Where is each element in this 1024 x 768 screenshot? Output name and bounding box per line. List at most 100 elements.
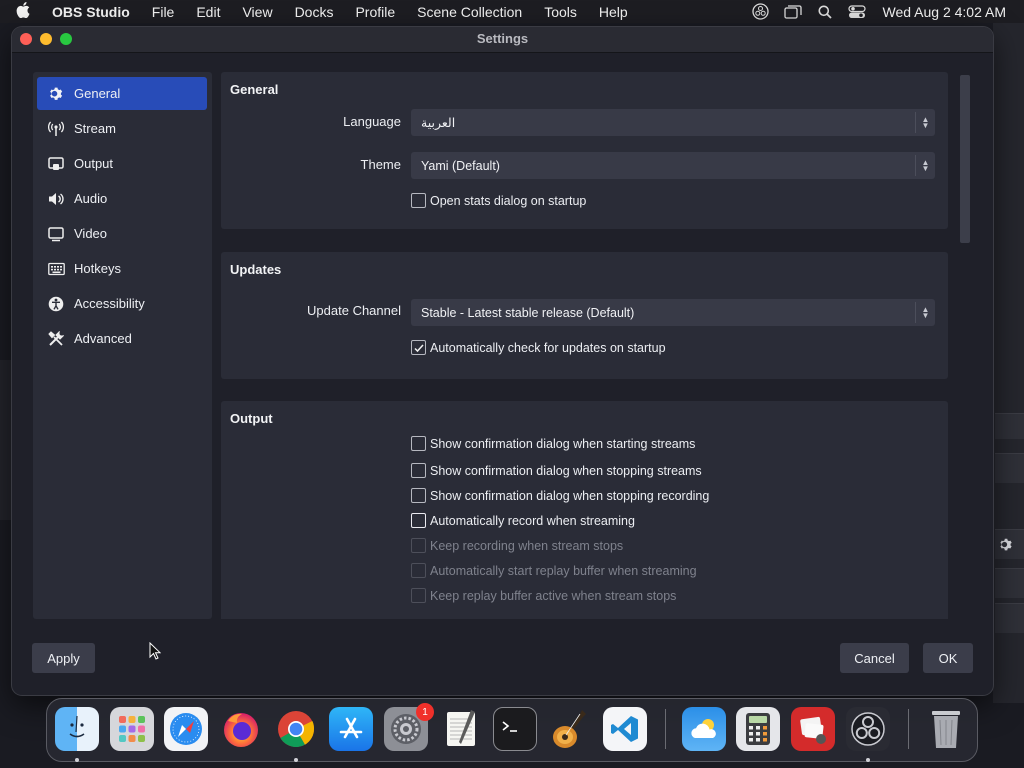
window-switcher-icon[interactable] <box>781 4 805 20</box>
checkbox-label: Open stats dialog on startup <box>430 193 587 208</box>
apply-button[interactable]: Apply <box>32 643 95 673</box>
checkmark-icon <box>413 343 424 352</box>
apple-menu-icon[interactable] <box>0 1 46 22</box>
window-minimize-button[interactable] <box>40 33 52 45</box>
firefox-icon[interactable] <box>219 707 263 751</box>
updown-chevron-icon: ▲ ▼ <box>915 112 935 133</box>
system-settings-icon[interactable]: 1 <box>384 703 434 751</box>
content-scrollbar[interactable] <box>960 75 970 243</box>
menu-bar-clock[interactable]: Wed Aug 2 4:02 AM <box>883 4 1007 20</box>
sidebar-item-audio[interactable]: Audio <box>37 182 207 215</box>
sidebar-item-hotkeys[interactable]: Hotkeys <box>37 252 207 285</box>
theme-select[interactable]: Yami (Default) ▲ ▼ <box>411 152 935 179</box>
calculator-icon[interactable] <box>736 707 780 751</box>
keyboard-icon <box>47 260 65 278</box>
checkbox-label: Show confirmation dialog when starting s… <box>430 436 696 451</box>
window-zoom-button[interactable] <box>60 33 72 45</box>
accessibility-icon <box>47 295 65 313</box>
menu-scene-collection[interactable]: Scene Collection <box>407 4 534 20</box>
section-title-general: General <box>230 82 279 97</box>
obs-status-icon[interactable] <box>749 3 773 20</box>
spotlight-search-icon[interactable] <box>813 4 837 20</box>
menu-help[interactable]: Help <box>589 4 640 20</box>
notification-badge: 1 <box>416 703 434 721</box>
window-title: Settings <box>12 27 993 53</box>
checkbox-box <box>411 513 426 528</box>
background-panel-row <box>995 453 1024 483</box>
sidebar-item-label: General <box>74 86 121 101</box>
checkbox-box <box>411 588 426 603</box>
vscode-icon[interactable] <box>603 707 647 751</box>
obs-studio-icon[interactable] <box>846 707 890 751</box>
checkbox-label: Automatically check for updates on start… <box>430 340 666 355</box>
auto-record-streaming-checkbox[interactable]: Automatically record when streaming <box>411 513 635 528</box>
chrome-icon[interactable] <box>274 707 318 751</box>
checkbox-label: Automatically start replay buffer when s… <box>430 563 697 578</box>
cancel-button[interactable]: Cancel <box>840 643 909 673</box>
update-channel-label: Update Channel <box>307 303 401 318</box>
output-icon <box>47 155 65 173</box>
running-indicator <box>866 758 870 762</box>
monitor-icon <box>47 225 65 243</box>
confirm-stop-stream-checkbox[interactable]: Show confirmation dialog when stopping s… <box>411 463 702 478</box>
garageband-icon[interactable] <box>548 707 592 751</box>
sidebar-item-label: Stream <box>74 121 116 136</box>
checkbox-box <box>411 488 426 503</box>
auto-replay-buffer-checkbox[interactable]: Automatically start replay buffer when s… <box>411 563 697 578</box>
language-select[interactable]: العربية ▲ ▼ <box>411 109 935 136</box>
trash-icon[interactable] <box>924 707 968 751</box>
sidebar-item-general[interactable]: General <box>37 77 207 110</box>
sidebar-item-label: Output <box>74 156 114 171</box>
running-indicator <box>294 758 298 762</box>
textedit-icon[interactable] <box>439 707 483 751</box>
dock-separator <box>665 709 666 749</box>
sidebar-item-advanced[interactable]: Advanced <box>37 322 207 355</box>
menu-profile[interactable]: Profile <box>345 4 407 20</box>
theme-select-value: Yami (Default) <box>421 158 500 173</box>
menu-file[interactable]: File <box>142 4 187 20</box>
settings-content: General Language العربية ▲ ▼ Theme Yami (… <box>221 72 951 619</box>
confirm-stop-recording-checkbox[interactable]: Show confirmation dialog when stopping r… <box>411 488 709 503</box>
app-store-icon[interactable] <box>329 707 373 751</box>
control-center-icon[interactable] <box>845 4 869 20</box>
sidebar-item-stream[interactable]: Stream <box>37 112 207 145</box>
background-panel-row <box>995 568 1024 598</box>
sidebar-item-label: Audio <box>74 191 108 206</box>
menu-view[interactable]: View <box>232 4 284 20</box>
window-close-button[interactable] <box>20 33 32 45</box>
weather-icon[interactable] <box>682 707 726 751</box>
menu-tools[interactable]: Tools <box>534 4 589 20</box>
keep-recording-checkbox[interactable]: Keep recording when stream stops <box>411 538 623 553</box>
photo-booth-icon[interactable] <box>791 707 835 751</box>
sidebar-item-video[interactable]: Video <box>37 217 207 250</box>
update-channel-select[interactable]: Stable - Latest stable release (Default)… <box>411 299 935 326</box>
confirm-start-stream-checkbox[interactable]: Show confirmation dialog when starting s… <box>411 436 695 451</box>
sidebar-item-output[interactable]: Output <box>37 147 207 180</box>
language-label: Language <box>343 114 401 129</box>
settings-sidebar: General Stream Output Audio Video Hotkey… <box>33 72 212 619</box>
checkbox-box <box>411 193 426 208</box>
keep-replay-buffer-checkbox[interactable]: Keep replay buffer active when stream st… <box>411 588 676 603</box>
menu-app-name[interactable]: OBS Studio <box>46 4 142 20</box>
sidebar-item-label: Video <box>74 226 108 241</box>
open-stats-checkbox[interactable]: Open stats dialog on startup <box>411 193 586 208</box>
updates-section: Updates Update Channel Stable - Latest s… <box>221 252 948 379</box>
launchpad-icon[interactable] <box>110 707 154 751</box>
menu-edit[interactable]: Edit <box>186 4 232 20</box>
terminal-icon[interactable] <box>493 707 537 751</box>
finder-icon[interactable] <box>55 707 99 751</box>
checkbox-label: Show confirmation dialog when stopping s… <box>430 463 702 478</box>
ok-button[interactable]: OK <box>923 643 973 673</box>
background-panel-row <box>995 603 1024 633</box>
checkbox-box <box>411 463 426 478</box>
auto-check-updates-checkbox[interactable]: Automatically check for updates on start… <box>411 340 666 355</box>
background-gear-icon <box>997 537 1012 555</box>
safari-icon[interactable] <box>164 707 208 751</box>
running-indicator <box>75 758 79 762</box>
menu-bar: OBS Studio File Edit View Docks Profile … <box>0 0 1024 23</box>
checkbox-label: Show confirmation dialog when stopping r… <box>430 488 710 503</box>
sidebar-item-accessibility[interactable]: Accessibility <box>37 287 207 320</box>
theme-label: Theme <box>360 157 401 172</box>
menu-docks[interactable]: Docks <box>285 4 346 20</box>
checkbox-label: Keep recording when stream stops <box>430 538 624 553</box>
